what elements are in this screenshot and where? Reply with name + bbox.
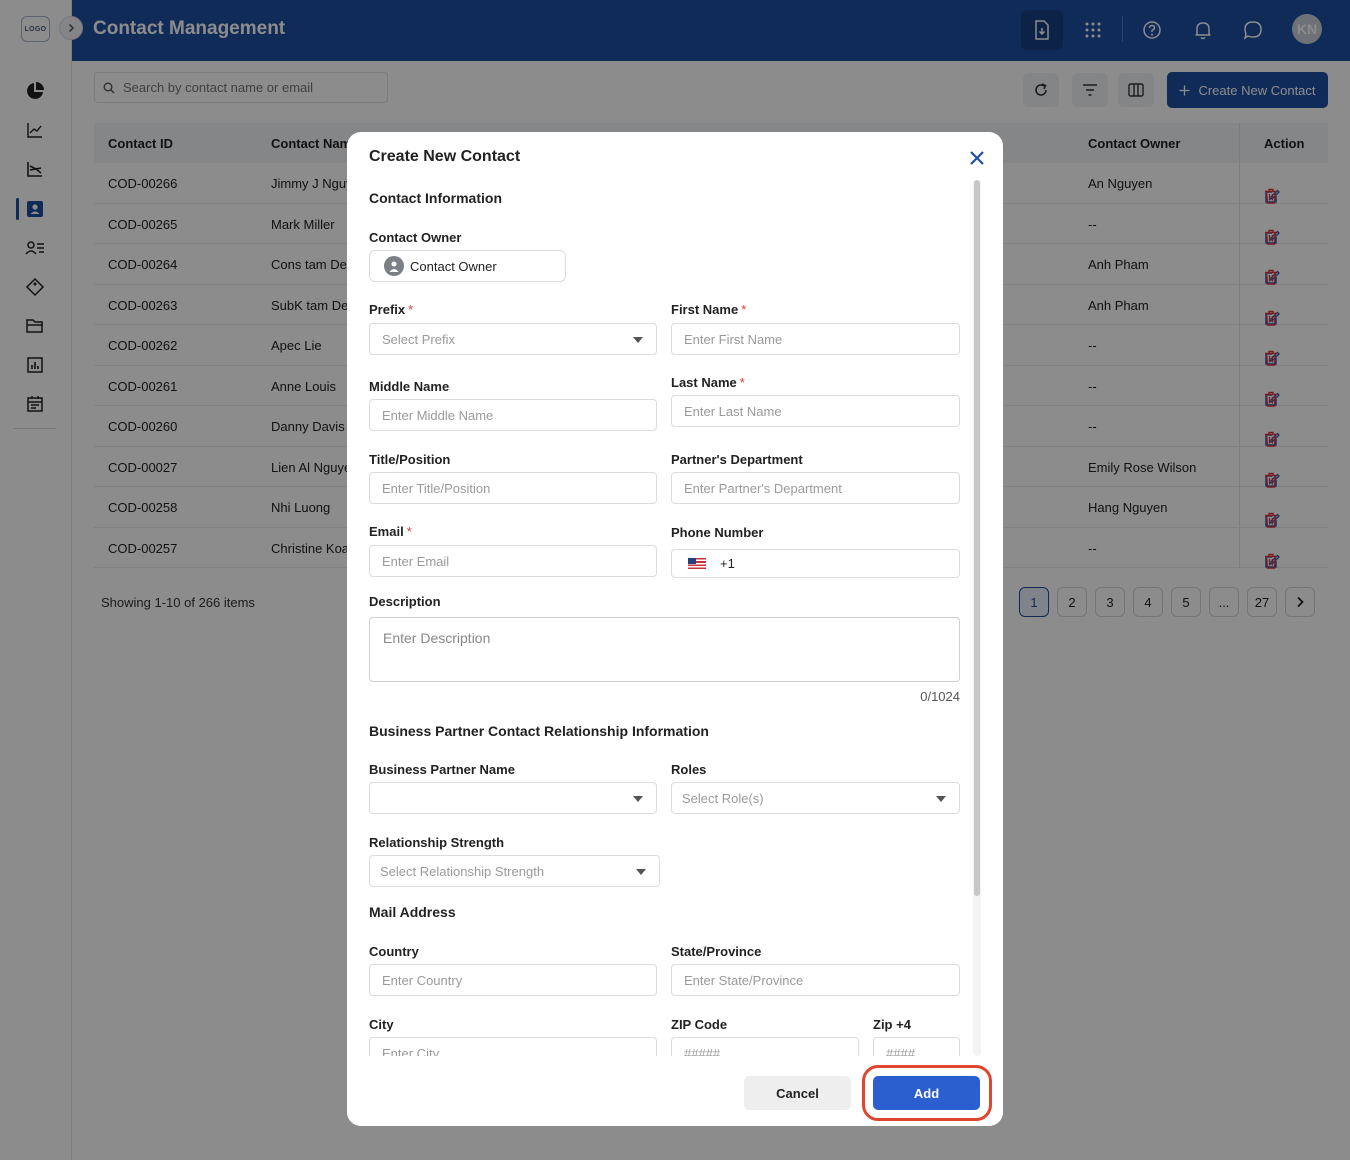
modal-footer: Cancel Add [347, 1056, 1003, 1126]
close-icon [970, 151, 984, 165]
mail-address-heading: Mail Address [369, 904, 456, 920]
bp-name-label: Business Partner Name [369, 762, 515, 777]
first-name-input[interactable]: Enter First Name [671, 323, 960, 355]
contact-owner-selector[interactable]: Contact Owner [369, 250, 566, 282]
state-province-label: State/Province [671, 944, 762, 959]
modal-scrollbar[interactable] [973, 180, 981, 1056]
country-input[interactable]: Enter Country [369, 964, 657, 996]
bp-name-select[interactable] [369, 782, 657, 814]
create-contact-modal: Create New Contact Contact Information C… [347, 132, 1003, 1126]
us-flag-icon[interactable] [688, 558, 706, 569]
scrollbar-thumb[interactable] [974, 180, 980, 896]
zip-code-input[interactable]: ##### [671, 1037, 859, 1056]
description-textarea[interactable]: Enter Description [369, 617, 960, 682]
state-province-input[interactable]: Enter State/Province [671, 964, 960, 996]
phone-country-code: +1 [720, 556, 735, 571]
roles-select[interactable]: Select Role(s) [671, 782, 960, 814]
modal-body[interactable]: Contact Information Contact Owner Contac… [347, 180, 1003, 1056]
close-button[interactable] [967, 148, 987, 168]
email-label: Email * [369, 524, 412, 539]
description-counter: 0/1024 [920, 689, 960, 704]
last-name-input[interactable]: Enter Last Name [671, 395, 960, 427]
last-name-label: Last Name * [671, 375, 745, 390]
zip4-label: Zip +4 [873, 1017, 911, 1032]
country-label: Country [369, 944, 419, 959]
middle-name-input[interactable]: Enter Middle Name [369, 399, 657, 431]
phone-number-label: Phone Number [671, 525, 764, 540]
partner-department-input[interactable]: Enter Partner's Department [671, 472, 960, 504]
contact-owner-label: Contact Owner [369, 230, 462, 245]
contact-info-heading: Contact Information [369, 190, 502, 206]
relationship-strength-label: Relationship Strength [369, 835, 505, 850]
user-icon [384, 256, 404, 276]
city-label: City [369, 1017, 394, 1032]
middle-name-label: Middle Name [369, 379, 450, 394]
relationship-strength-select[interactable]: Select Relationship Strength [369, 855, 660, 887]
cancel-button[interactable]: Cancel [744, 1076, 851, 1110]
city-input[interactable]: Enter City [369, 1037, 657, 1056]
title-position-input[interactable]: Enter Title/Position [369, 472, 657, 504]
description-label: Description [369, 594, 441, 609]
zip-code-label: ZIP Code [671, 1017, 728, 1032]
partner-department-label: Partner's Department [671, 452, 803, 467]
bp-relationship-heading: Business Partner Contact Relationship In… [369, 723, 709, 739]
roles-label: Roles [671, 762, 707, 777]
contact-owner-value: Contact Owner [410, 258, 497, 274]
prefix-select[interactable]: Select Prefix [369, 323, 657, 355]
first-name-label: First Name * [671, 302, 747, 317]
prefix-label: Prefix * [369, 302, 414, 317]
add-button[interactable]: Add [873, 1076, 980, 1110]
title-position-label: Title/Position [369, 452, 451, 467]
modal-title: Create New Contact [369, 148, 521, 165]
phone-number-input[interactable]: +1 [671, 549, 960, 578]
email-input[interactable]: Enter Email [369, 545, 657, 577]
zip4-input[interactable]: #### [873, 1037, 960, 1056]
